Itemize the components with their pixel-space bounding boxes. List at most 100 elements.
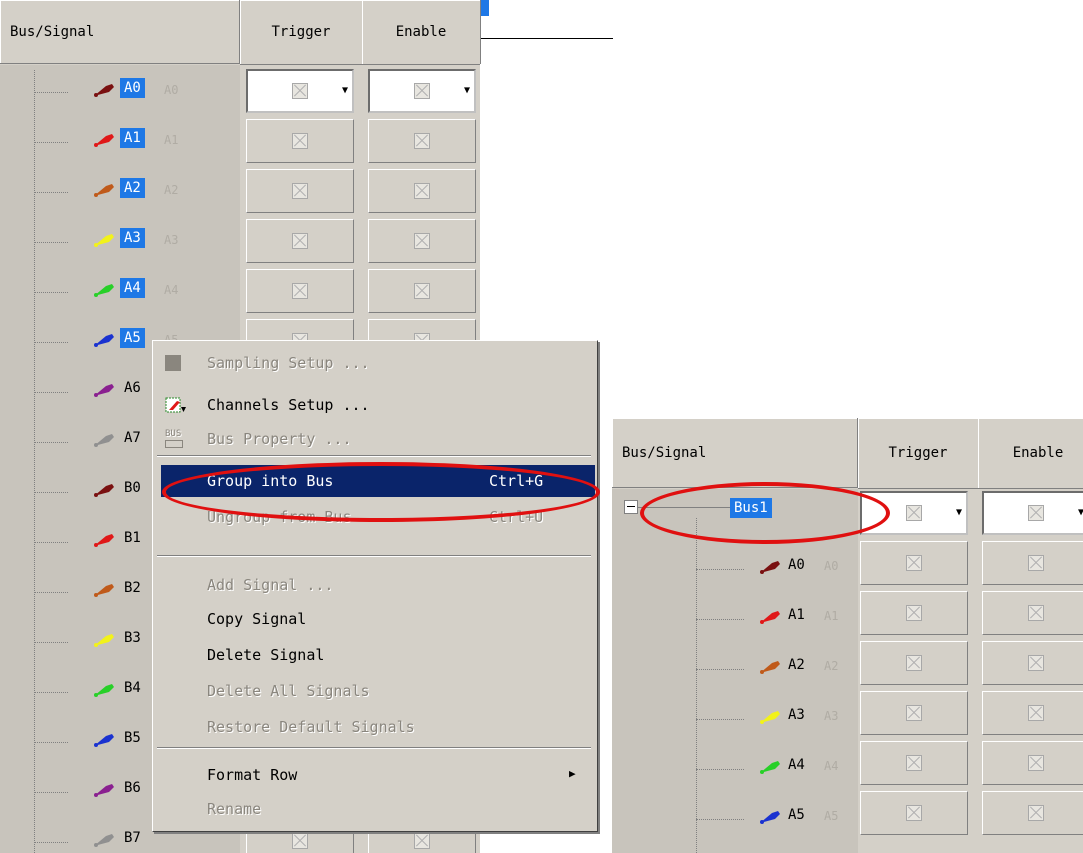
enable-cell[interactable] [368,119,476,163]
signal-label[interactable]: A2 [788,657,805,673]
enable-cell[interactable] [982,541,1083,585]
trigger-cell[interactable]: ▼ [246,69,354,113]
unset-checkbox-icon [292,83,308,99]
menu-item-sampling-setup[interactable]: Sampling Setup ... [153,347,597,379]
menu-item-copy-signal[interactable]: Copy Signal [153,603,597,635]
enable-cell[interactable] [982,591,1083,635]
menu-item-rename[interactable]: Rename [153,793,597,825]
signal-label[interactable]: A3 [120,228,145,248]
signal-label[interactable]: B1 [124,530,141,546]
dropdown-arrow-icon[interactable]: ▼ [1078,507,1083,518]
signal-label[interactable]: A0 [120,78,145,98]
signal-label[interactable]: A7 [124,430,141,446]
signal-label[interactable]: B4 [124,680,141,696]
signal-label[interactable]: A2 [120,178,145,198]
dropdown-arrow-icon[interactable]: ▼ [956,507,962,518]
signal-label[interactable]: A0 [788,557,805,573]
trigger-header[interactable]: Trigger [240,0,363,65]
signal-row-a1[interactable]: A1 A1 [612,589,1083,639]
signal-row-a3[interactable]: A3 A3 [0,216,480,266]
menu-item-delete-all-signals[interactable]: Delete All Signals [153,675,597,707]
menu-item-format-row[interactable]: Format Row ▶ [153,759,597,791]
dropdown-arrow-icon[interactable]: ▼ [342,85,348,96]
signal-label[interactable]: B6 [124,780,141,796]
signal-row-a1[interactable]: A1 A1 [0,116,480,166]
signal-row-a4[interactable]: A4 A4 [612,739,1083,789]
menu-item-delete-signal[interactable]: Delete Signal [153,639,597,671]
probe-icon [92,482,114,497]
signal-row-a2[interactable]: A2 A2 [612,639,1083,689]
right-signal-panel: Bus/Signal Trigger Enable Bus1 ▼ ▼ A0 A0 A1 A… [612,418,1083,853]
signal-row-a0[interactable]: A0 A0 ▼ ▼ [0,66,480,116]
enable-cell[interactable] [982,691,1083,735]
enable-header[interactable]: Enable [362,0,480,65]
signal-label[interactable]: A6 [124,380,141,396]
signal-label[interactable]: A5 [788,807,805,823]
probe-icon [92,832,114,847]
enable-cell[interactable] [982,791,1083,835]
trigger-cell[interactable] [860,691,968,735]
probe-icon [92,182,114,197]
enable-cell[interactable] [982,741,1083,785]
enable-header[interactable]: Enable [978,418,1083,489]
trigger-cell[interactable] [860,741,968,785]
menu-separator [157,747,591,749]
trigger-cell[interactable] [860,591,968,635]
tree-line [34,242,68,243]
signal-label[interactable]: B7 [124,830,141,846]
menu-item-bus-property[interactable]: BUS Bus Property ... [153,423,597,455]
trigger-cell[interactable] [246,169,354,213]
collapse-toggle-icon[interactable] [624,500,638,514]
tree-line [34,642,68,643]
menu-item-restore-default-signals[interactable]: Restore Default Signals [153,711,597,743]
enable-cell[interactable]: ▼ [368,69,476,113]
signal-label[interactable]: B3 [124,630,141,646]
signal-row-a4[interactable]: A4 A4 [0,266,480,316]
signal-label[interactable]: A1 [788,607,805,623]
menu-item-label: Channels Setup ... [207,396,370,414]
enable-cell[interactable] [368,269,476,313]
tree-line [34,842,68,843]
bus-signal-header[interactable]: Bus/Signal [0,0,240,64]
dropdown-arrow-icon[interactable]: ▼ [464,85,470,96]
menu-item-channels-setup[interactable]: Channels Setup ... [153,389,597,421]
unset-checkbox-icon [1028,705,1044,721]
enable-cell[interactable] [368,169,476,213]
probe-icon [92,582,114,597]
tree-line [696,819,744,820]
signal-label[interactable]: A5 [120,328,145,348]
trigger-cell[interactable] [246,269,354,313]
signal-label[interactable]: A1 [120,128,145,148]
menu-item-add-signal[interactable]: Add Signal ... [153,569,597,601]
signal-row-a3[interactable]: A3 A3 [612,689,1083,739]
ruler-marker-icon[interactable] [481,0,489,16]
signal-label[interactable]: B5 [124,730,141,746]
unset-checkbox-icon [292,833,308,849]
trigger-cell[interactable] [246,219,354,263]
trigger-header[interactable]: Trigger [858,418,979,489]
signal-label[interactable]: A4 [120,278,145,298]
enable-cell[interactable]: ▼ [982,491,1083,535]
trigger-cell[interactable] [860,641,968,685]
trigger-cell[interactable] [246,119,354,163]
enable-cell[interactable] [982,641,1083,685]
probe-icon [758,809,780,824]
enable-cell[interactable] [368,219,476,263]
unset-checkbox-icon [1028,655,1044,671]
signal-row-a2[interactable]: A2 A2 [0,166,480,216]
signal-row-a5[interactable]: A5 A5 [612,789,1083,839]
unset-checkbox-icon [292,133,308,149]
signal-row-a0[interactable]: A0 A0 [612,539,1083,589]
trigger-cell[interactable] [860,791,968,835]
bus-signal-header[interactable]: Bus/Signal [612,418,858,488]
trigger-cell[interactable] [860,541,968,585]
highlight-oval-group-into-bus [162,462,600,522]
unset-checkbox-icon [414,133,430,149]
probe-icon [92,332,114,347]
signal-label[interactable]: A4 [788,757,805,773]
tree-line [34,592,68,593]
signal-label[interactable]: B2 [124,580,141,596]
signal-label[interactable]: A3 [788,707,805,723]
signal-alias: A5 [824,809,839,823]
signal-label[interactable]: B0 [124,480,141,496]
